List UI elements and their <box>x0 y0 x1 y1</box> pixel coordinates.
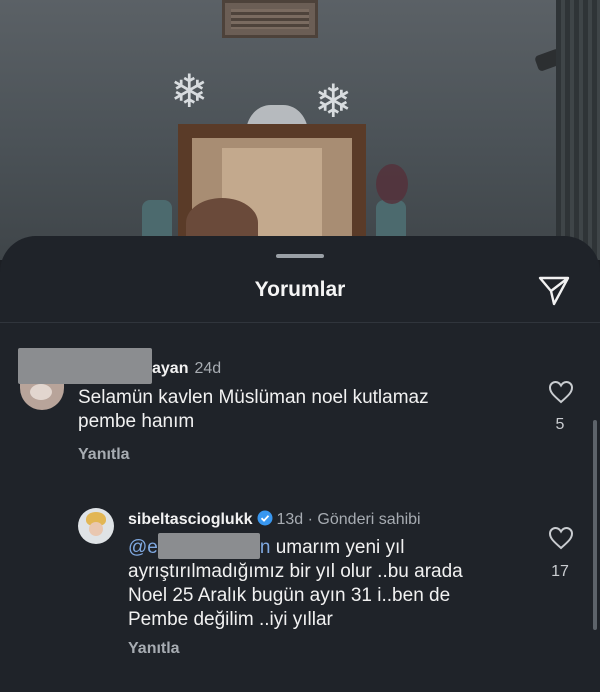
scrollbar[interactable] <box>593 420 597 630</box>
reply-button[interactable]: Yanıtla <box>128 640 180 658</box>
curtain <box>556 0 600 260</box>
snowflake-decoration: ❄ <box>314 74 353 128</box>
header-divider <box>0 322 600 323</box>
sheet-title: Yorumlar <box>254 278 346 301</box>
snowflake-decoration: ❄ <box>170 64 209 118</box>
comment-text: Selamün kavlen Müslüman noel kutlamaz pe… <box>78 387 429 432</box>
like-count: 5 <box>555 416 565 433</box>
heart-icon[interactable] <box>548 380 574 404</box>
ceiling-vent <box>222 0 318 38</box>
username-visible-part: ayan <box>152 360 189 377</box>
username: sibeltascioglukk <box>128 511 253 528</box>
comment-username[interactable]: sibeltascioglukk 13d · Gönderi sahibi <box>128 510 421 529</box>
plant <box>376 164 408 204</box>
redacted-mention <box>158 533 260 559</box>
vase <box>142 200 172 240</box>
paper-plane-icon[interactable] <box>536 274 572 306</box>
vase <box>376 200 406 240</box>
comment-time: 24d <box>194 360 222 377</box>
comment-time: 13d <box>276 511 304 528</box>
redacted-username <box>18 348 152 384</box>
verified-badge-icon <box>257 510 272 526</box>
heart-icon[interactable] <box>548 526 574 550</box>
comments-sheet: Yorumlar ayan 24d Selamün kavlen Müslüman… <box>0 236 600 692</box>
like-count: 17 <box>551 563 569 580</box>
sheet-grabber[interactable] <box>276 254 324 258</box>
mention-suffix: n <box>259 537 271 558</box>
mention-prefix: @e <box>128 537 158 558</box>
avatar[interactable] <box>78 508 114 544</box>
background-photo: ❄ ❄ <box>0 0 600 260</box>
reply-button[interactable]: Yanıtla <box>78 446 130 464</box>
comment-username[interactable]: ayan 24d <box>152 360 221 378</box>
author-tag: · Gönderi sahibi <box>307 511 421 528</box>
